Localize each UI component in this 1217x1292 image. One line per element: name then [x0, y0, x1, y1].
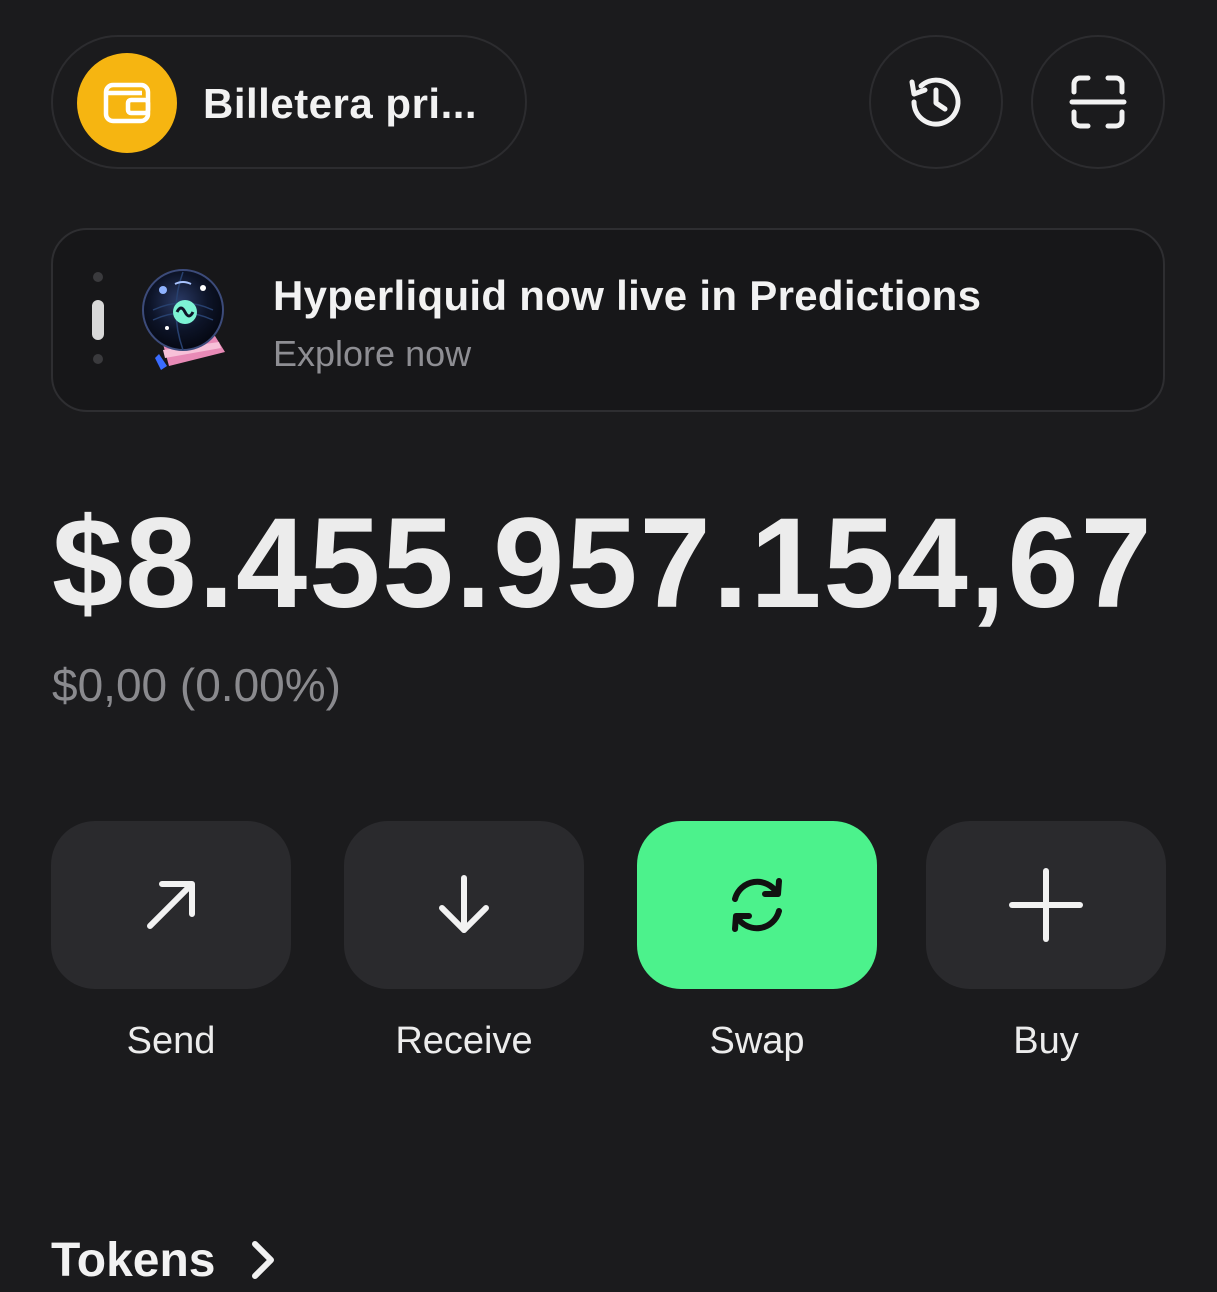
- banner-pager: [91, 272, 105, 368]
- send-label: Send: [126, 1020, 216, 1062]
- tokens-section-link[interactable]: Tokens: [51, 1228, 283, 1292]
- tokens-title: Tokens: [51, 1233, 216, 1287]
- receive-button[interactable]: [344, 821, 584, 989]
- scan-icon: [1069, 75, 1127, 129]
- wallet-name: Billetera pri...: [203, 80, 478, 127]
- plus-icon: [1009, 868, 1083, 942]
- send-button[interactable]: [51, 821, 291, 989]
- promo-banner[interactable]: Hyperliquid now live in Predictions Expl…: [51, 228, 1165, 412]
- swap-icon: [732, 878, 782, 932]
- buy-button[interactable]: [926, 821, 1166, 989]
- chevron-right-icon: [252, 1241, 275, 1279]
- banner-subtitle: Explore now: [273, 333, 472, 374]
- banner-title: Hyperliquid now live in Predictions: [273, 272, 982, 319]
- pager-active-indicator: [92, 300, 104, 340]
- buy-label: Buy: [1013, 1020, 1079, 1062]
- arrow-down-icon: [439, 875, 489, 933]
- pager-dot: [93, 272, 103, 282]
- swap-label: Swap: [709, 1020, 805, 1062]
- wallet-icon: [103, 82, 151, 124]
- scan-button[interactable]: [1031, 35, 1165, 169]
- history-button[interactable]: [869, 35, 1003, 169]
- crystal-ball-icon: [133, 266, 243, 376]
- swap-button[interactable]: [637, 821, 877, 989]
- total-balance: $8.455.957.154,67: [52, 492, 1154, 635]
- receive-label: Receive: [395, 1020, 533, 1062]
- wallet-selector[interactable]: Billetera pri...: [51, 35, 527, 169]
- arrow-up-right-icon: [147, 881, 195, 929]
- history-icon: [909, 77, 961, 127]
- pager-dot: [93, 354, 103, 364]
- balance-change: $0,00 (0.00%): [52, 659, 341, 711]
- wallet-avatar: [77, 53, 177, 153]
